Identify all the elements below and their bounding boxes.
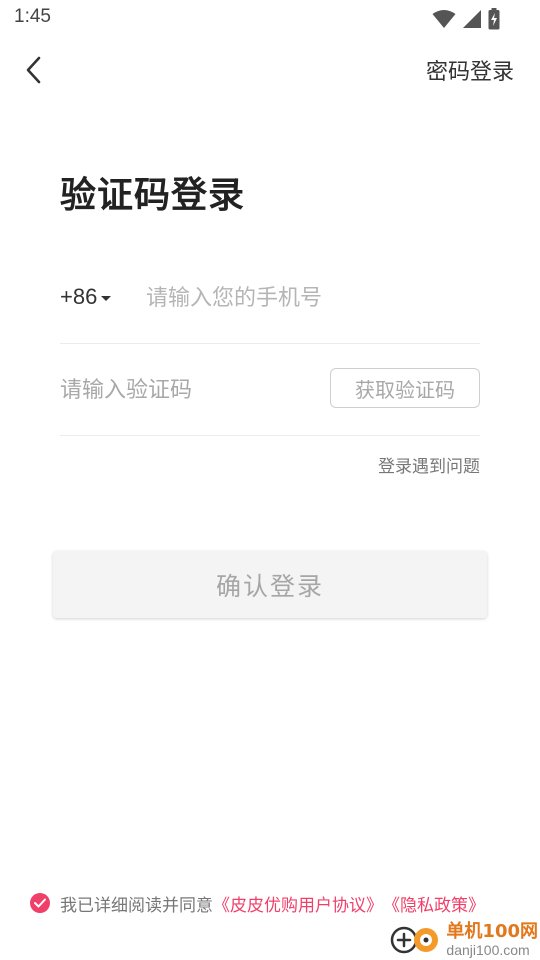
back-button[interactable] [14,48,54,92]
caret-down-icon [101,295,112,301]
login-issue-link[interactable]: 登录遇到问题 [378,452,480,477]
user-agreement-link[interactable]: 《皮皮优购用户协议》 [213,891,383,916]
country-code-selector[interactable]: +86 [60,284,112,310]
signal-icon [463,10,481,28]
watermark-text: 单机100网 danji100.com [446,921,538,958]
watermark-title: 单机100网 [446,921,538,942]
wifi-icon [432,10,456,28]
country-code-label: +86 [60,284,98,309]
top-bar: 密码登录 [0,44,540,96]
agreement-row: 我已详细阅读并同意 《皮皮优购用户协议》 《隐私政策》 [30,890,520,916]
status-time: 1:45 [14,6,51,27]
status-bar: 1:45 [0,0,540,36]
page-title: 验证码登录 [60,175,246,216]
agreement-checkbox[interactable] [30,893,50,913]
get-code-button[interactable]: 获取验证码 [330,368,480,408]
verification-code-input[interactable] [60,370,310,410]
watermark-logo-icon [391,926,439,954]
confirm-login-button[interactable]: 确认登录 [53,551,487,618]
watermark: 单机100网 danji100.com [390,920,538,960]
code-row: 获取验证码 [60,344,480,436]
chevron-left-icon [26,56,41,84]
phone-row: +86 [60,272,480,344]
status-icons [432,8,500,30]
agreement-prefix: 我已详细阅读并同意 [60,895,213,916]
check-icon [34,898,46,908]
phone-input[interactable] [146,278,476,318]
battery-charging-icon [488,8,500,30]
privacy-policy-link[interactable]: 《隐私政策》 [383,891,485,916]
password-login-link[interactable]: 密码登录 [426,54,514,86]
watermark-domain: danji100.com [446,942,530,958]
